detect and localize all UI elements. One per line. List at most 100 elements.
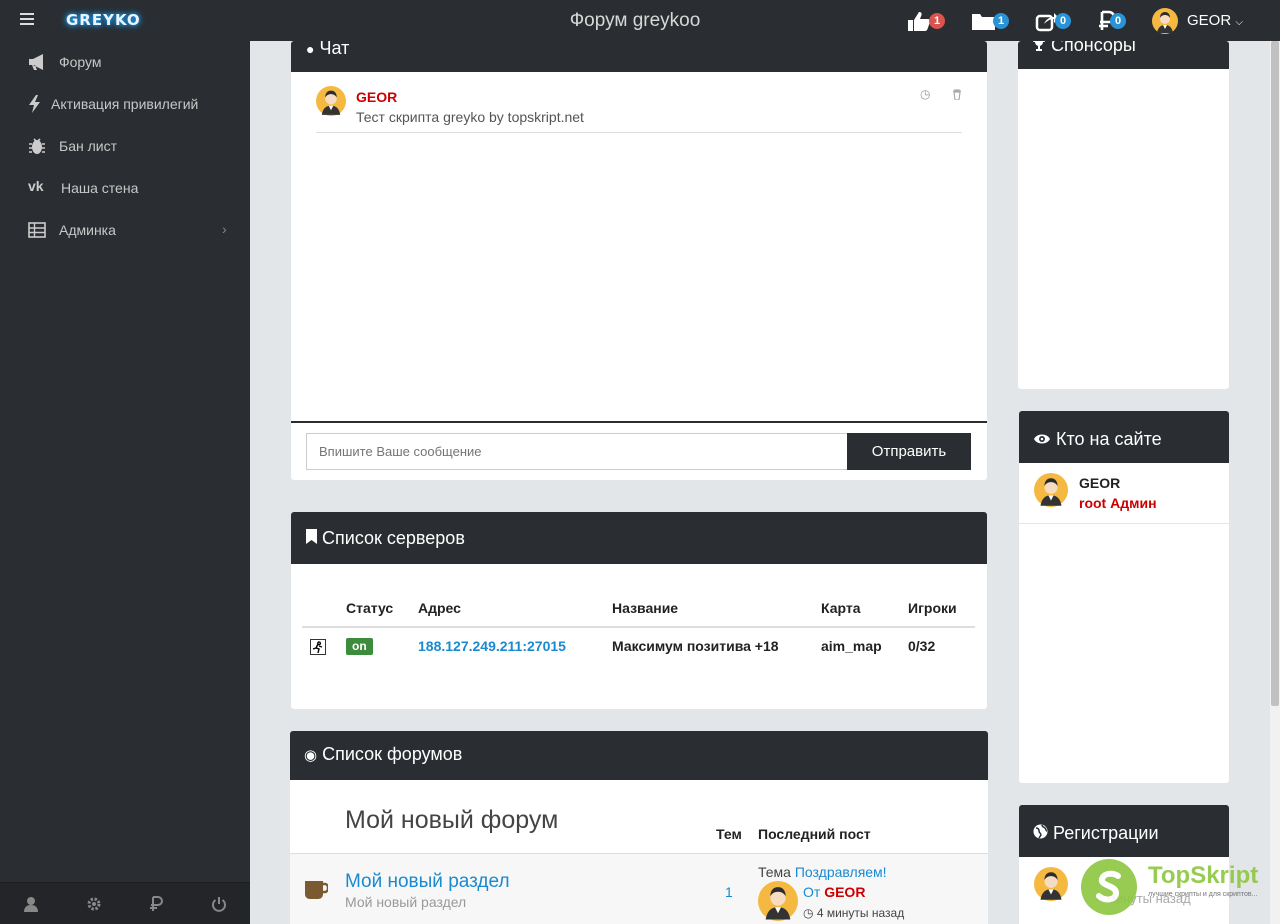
sponsors-title: Спонсоры <box>1032 41 1136 56</box>
trash-icon[interactable] <box>952 89 962 100</box>
sidebar-footer <box>0 882 250 924</box>
chat-text: Тест скрипта greyko by topskript.net <box>356 109 584 125</box>
sidebar-item-privileges[interactable]: Активация привилегий <box>0 83 250 125</box>
table-header-divider <box>302 626 975 628</box>
last-post-author: От GEOR <box>803 884 866 900</box>
user-icon[interactable] <box>23 896 39 912</box>
status-badge: on <box>346 638 373 655</box>
watermark-tagline: лучшие скрипты и для скриптов... <box>1148 891 1258 898</box>
watermark: TopSkript лучшие скрипты и для скриптов.… <box>1080 858 1270 918</box>
megaphone-icon <box>29 54 43 70</box>
servers-title: Список серверов <box>306 528 465 549</box>
forums-header: ◉ Список форумов <box>290 731 988 780</box>
sidebar-item-label: Активация привилегий <box>51 96 199 112</box>
scrollbar-thumb[interactable] <box>1271 41 1279 706</box>
sidebar-item-banlist[interactable]: Бан лист <box>0 125 250 167</box>
last-topic-link[interactable]: Поздравляем! <box>795 864 887 880</box>
sidebar-item-label: Форум <box>59 54 102 70</box>
registrations-header: Регистрации <box>1019 805 1229 857</box>
forum-section-link[interactable]: Мой новый раздел <box>345 871 510 893</box>
last-post-time: ◷ 4 минуты назад <box>803 906 905 920</box>
eye-icon <box>1034 434 1050 444</box>
folders-button[interactable]: 1 <box>971 8 1011 32</box>
sidebar: Форум Активация привилегий Бан лист vk Н… <box>0 41 250 924</box>
gear-icon[interactable] <box>86 896 102 912</box>
server-name: Максимум позитива +18 <box>612 638 779 654</box>
forum-category-title[interactable]: Мой новый форум <box>345 806 558 835</box>
sidebar-item-label: Бан лист <box>59 138 117 154</box>
col-address: Адрес <box>418 600 461 616</box>
money-button[interactable]: 0 <box>1097 8 1131 32</box>
comments-icon: ◉ <box>304 747 318 764</box>
sidebar-item-admin[interactable]: Админка › <box>0 209 250 251</box>
chat-title: ● Чат <box>306 41 350 58</box>
col-last-post: Последний пост <box>758 826 871 842</box>
chevron-right-icon: › <box>222 221 227 237</box>
money-badge: 0 <box>1110 13 1126 29</box>
share-badge: 0 <box>1055 13 1071 29</box>
avatar <box>1034 473 1068 507</box>
servers-header: Список серверов <box>291 512 987 564</box>
chat-message: GEOR Тест скрипта greyko by topskript.ne… <box>316 86 962 133</box>
col-map: Карта <box>821 600 861 616</box>
vk-icon: vk <box>28 178 44 194</box>
table-icon <box>28 222 46 238</box>
chat-author[interactable]: GEOR <box>356 89 397 105</box>
registrations-title: Регистрации <box>1033 823 1159 844</box>
divider <box>1019 523 1229 524</box>
server-map: aim_map <box>821 638 882 654</box>
page-scrollbar[interactable] <box>1270 41 1280 924</box>
chat-divider <box>291 421 987 423</box>
bug-icon <box>29 138 45 154</box>
server-players: 0/32 <box>908 638 936 654</box>
chat-message-input[interactable] <box>306 433 848 470</box>
sidebar-item-wall[interactable]: vk Наша стена <box>0 167 250 209</box>
watermark-logo <box>1081 859 1137 915</box>
author-link[interactable]: GEOR <box>824 884 865 900</box>
sidebar-item-label: Наша стена <box>61 180 139 196</box>
forum-section-desc: Мой новый раздел <box>345 894 467 910</box>
share-button[interactable]: 0 <box>1035 8 1075 32</box>
col-players: Игроки <box>908 600 957 616</box>
online-panel: Кто на сайте <box>1019 411 1229 783</box>
chevron-down-icon: ⌵ <box>1235 17 1243 28</box>
folders-badge: 1 <box>993 13 1009 29</box>
clock-icon[interactable]: ◷ <box>920 87 930 101</box>
forums-title: ◉ Список форумов <box>304 744 463 764</box>
col-name: Название <box>612 600 679 616</box>
avatar <box>758 881 798 921</box>
avatar <box>316 86 346 116</box>
likes-badge: 1 <box>929 13 945 29</box>
avatar <box>1152 8 1178 34</box>
send-button[interactable]: Отправить <box>847 433 971 470</box>
username-label: GEOR ⌵ <box>1187 12 1243 29</box>
server-address-link[interactable]: 188.127.249.211:27015 <box>418 638 566 654</box>
clock-icon: ◷ <box>803 906 814 920</box>
globe-icon <box>1033 824 1048 839</box>
watermark-brand: TopSkript <box>1148 862 1259 889</box>
last-post-topic: Тема Поздравляем! <box>758 864 887 880</box>
avatar <box>1034 867 1068 901</box>
col-topics: Тем <box>716 826 742 842</box>
comment-icon: ● <box>306 41 315 57</box>
lightning-icon <box>29 95 40 113</box>
ruble-icon[interactable] <box>149 896 163 912</box>
bookmark-icon <box>306 529 317 544</box>
online-header: Кто на сайте <box>1019 411 1229 463</box>
online-user-name[interactable]: GEOR <box>1079 475 1120 491</box>
chat-header: ● Чат <box>291 41 987 72</box>
power-icon[interactable] <box>211 896 227 912</box>
trophy-icon <box>1033 41 1045 51</box>
online-title: Кто на сайте <box>1033 429 1162 450</box>
col-status: Статус <box>346 600 394 616</box>
online-user-role: root Админ <box>1079 495 1157 511</box>
page-title: Форум greykoo <box>569 10 701 31</box>
game-icon <box>310 639 326 655</box>
sponsors-panel: Спонсоры <box>1018 41 1229 389</box>
sidebar-item-label: Админка <box>59 222 116 238</box>
sidebar-item-forum[interactable]: Форум <box>0 41 250 83</box>
sponsors-header: Спонсоры <box>1018 41 1229 69</box>
topics-count: 1 <box>725 884 733 900</box>
forum-section-icon <box>305 881 328 899</box>
likes-button[interactable]: 1 <box>907 8 947 32</box>
